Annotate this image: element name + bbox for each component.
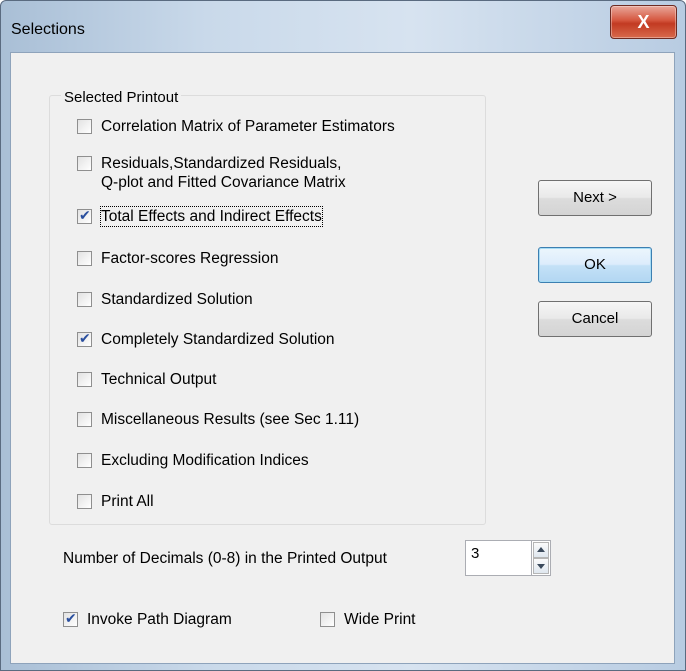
option-label: Correlation Matrix of Parameter Estimato… [101,118,395,135]
checkbox[interactable] [77,156,92,171]
decimals-spinner [531,540,551,576]
dialog-body: Selected Printout Correlation Matrix of … [10,52,675,664]
option-label: Standardized Solution [101,291,253,308]
checkbox[interactable] [320,612,335,627]
option-label: Factor-scores Regression [101,250,279,267]
decimals-input[interactable]: 3 [465,540,532,576]
checkbox[interactable] [63,610,78,629]
checkbox[interactable] [77,207,92,226]
option-standardized-solution[interactable]: Standardized Solution [77,290,253,309]
option-print-all[interactable]: Print All [77,492,154,511]
option-excluding-mod-indices[interactable]: Excluding Modification Indices [77,451,309,470]
option-label: Completely Standardized Solution [101,331,335,348]
checkbox[interactable] [77,119,92,134]
option-label: Residuals,Standardized Residuals, Q-plot… [101,154,346,192]
option-label: Invoke Path Diagram [87,611,232,628]
checkbox[interactable] [77,330,92,349]
selections-dialog: Selections X Selected Printout Correlati… [0,0,686,671]
option-correlation-matrix[interactable]: Correlation Matrix of Parameter Estimato… [77,117,395,136]
ok-button[interactable]: OK [538,247,652,283]
option-invoke-path-diagram[interactable]: Invoke Path Diagram [63,610,232,629]
checkbox[interactable] [77,494,92,509]
option-factor-scores[interactable]: Factor-scores Regression [77,249,278,268]
spin-up-button[interactable] [533,542,549,558]
option-total-effects[interactable]: Total Effects and Indirect Effects [77,206,323,227]
close-icon: X [637,12,650,32]
option-technical-output[interactable]: Technical Output [77,370,216,389]
option-label-line2: Q-plot and Fitted Covariance Matrix [101,174,346,191]
option-miscellaneous[interactable]: Miscellaneous Results (see Sec 1.11) [77,410,359,429]
title-bar[interactable]: Selections X [1,1,685,51]
checkbox[interactable] [77,412,92,427]
close-button[interactable]: X [610,5,677,39]
group-label: Selected Printout [61,89,182,106]
option-residuals[interactable]: Residuals,Standardized Residuals, Q-plot… [77,154,346,192]
arrow-down-icon [537,564,545,569]
checkbox[interactable] [77,251,92,266]
option-label: Wide Print [344,611,416,628]
option-label: Print All [101,493,154,510]
checkbox[interactable] [77,453,92,468]
next-button[interactable]: Next > [538,180,652,216]
option-completely-standardized[interactable]: Completely Standardized Solution [77,330,335,349]
window-title: Selections [11,21,85,38]
checkbox[interactable] [77,292,92,307]
spin-down-button[interactable] [533,558,549,574]
cancel-button[interactable]: Cancel [538,301,652,337]
checkbox[interactable] [77,372,92,387]
arrow-up-icon [537,547,545,552]
decimals-label: Number of Decimals (0-8) in the Printed … [63,550,387,567]
option-wide-print[interactable]: Wide Print [320,610,416,629]
option-label: Miscellaneous Results (see Sec 1.11) [101,411,360,428]
option-label: Total Effects and Indirect Effects [100,206,323,227]
option-label-line1: Residuals,Standardized Residuals, [101,155,342,172]
option-label: Excluding Modification Indices [101,452,309,469]
option-label: Technical Output [101,371,217,388]
